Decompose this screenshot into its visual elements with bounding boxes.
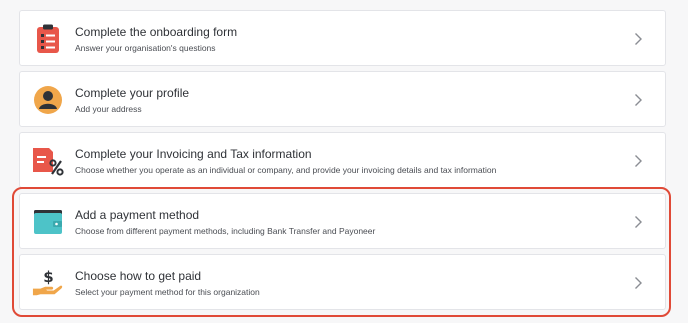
chevron-right-icon: [635, 33, 642, 45]
task-title: Choose how to get paid: [75, 269, 202, 283]
hand-dollar-icon: $: [32, 267, 64, 299]
task-title: Add a payment method: [75, 208, 200, 222]
task-card-onboarding-form[interactable]: Complete the onboarding form Answer your…: [19, 10, 666, 66]
wallet-icon: [32, 206, 64, 238]
task-subtitle: Add your address: [75, 104, 142, 114]
task-card-get-paid[interactable]: $ Choose how to get paid Select your pay…: [19, 254, 666, 310]
task-subtitle: Choose from different payment methods, i…: [75, 226, 376, 236]
task-subtitle: Choose whether you operate as an individ…: [75, 165, 497, 175]
invoice-percent-icon: [32, 145, 64, 177]
chevron-right-icon: [635, 155, 642, 167]
task-subtitle: Answer your organisation's questions: [75, 43, 216, 53]
task-subtitle: Select your payment method for this orga…: [75, 287, 260, 297]
task-card-profile[interactable]: Complete your profile Add your address: [19, 71, 666, 127]
chevron-right-icon: [635, 216, 642, 228]
clipboard-list-icon: [32, 23, 64, 55]
task-title: Complete the onboarding form: [75, 25, 238, 39]
task-title: Complete your Invoicing and Tax informat…: [75, 147, 312, 161]
chevron-right-icon: [635, 277, 642, 289]
user-avatar-icon: [32, 84, 64, 116]
task-card-invoicing-tax[interactable]: Complete your Invoicing and Tax informat…: [19, 132, 666, 188]
svg-text:$: $: [43, 268, 53, 286]
task-card-payment-method[interactable]: Add a payment method Choose from differe…: [19, 193, 666, 249]
task-title: Complete your profile: [75, 86, 190, 100]
chevron-right-icon: [635, 94, 642, 106]
